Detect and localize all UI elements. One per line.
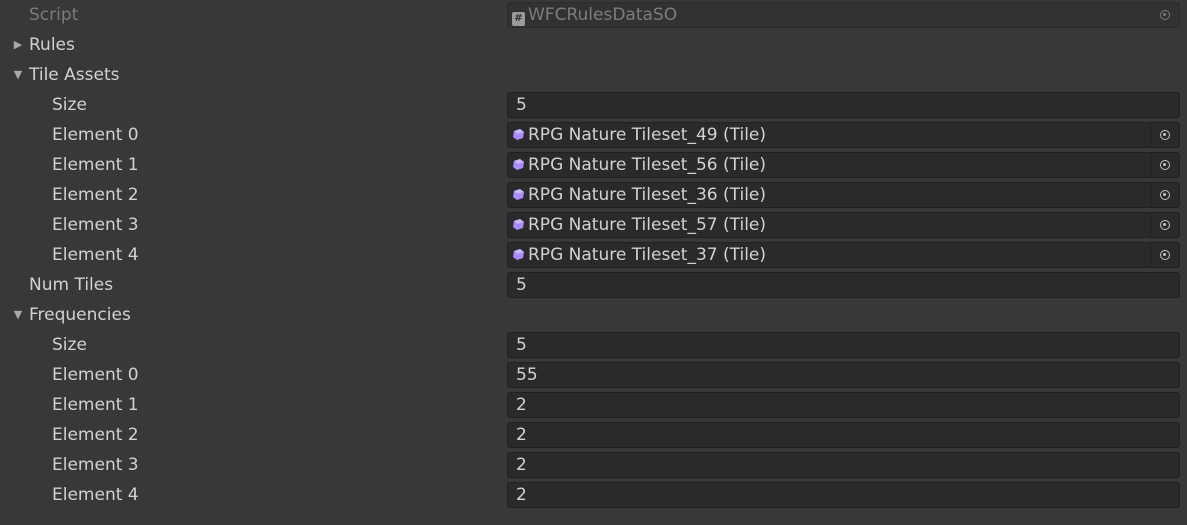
tile-assets-size-row: Size 5 [0,90,1187,120]
object-picker-icon[interactable] [1150,243,1179,267]
tile-asset-element-label: Element 2 [52,185,139,205]
tile-asset-element-label: Element 3 [52,215,139,235]
tile-assets-size-label: Size [52,95,87,115]
frequency-element-label: Element 4 [52,485,139,505]
tile-asset-value: RPG Nature Tileset_57 (Tile) [528,215,767,235]
script-value: WFCRulesDataSO [528,5,678,25]
foldout-expanded-icon[interactable]: ▼ [11,300,25,330]
frequency-row: Element 1 2 [0,390,1187,420]
object-picker-icon[interactable] [1150,213,1179,237]
frequency-field[interactable]: 2 [507,422,1180,448]
tile-asset-icon [513,159,524,170]
rules-foldout[interactable]: ▶ Rules [0,30,1187,60]
tile-assets-foldout[interactable]: ▼ Tile Assets [0,60,1187,90]
tile-asset-row: Element 1 RPG Nature Tileset_56 (Tile) [0,150,1187,180]
object-picker-icon[interactable] [1150,183,1179,207]
tile-asset-icon [513,249,524,260]
frequency-row: Element 3 2 [0,450,1187,480]
frequency-field[interactable]: 2 [507,482,1180,508]
tile-asset-row: Element 3 RPG Nature Tileset_57 (Tile) [0,210,1187,240]
tile-assets-label[interactable]: Tile Assets [29,60,120,90]
script-row: Script # WFCRulesDataSO [0,0,1187,30]
frequencies-foldout[interactable]: ▼ Frequencies [0,300,1187,330]
frequency-element-label: Element 3 [52,455,139,475]
tile-asset-value: RPG Nature Tileset_49 (Tile) [528,125,767,145]
script-icon: # [512,12,525,26]
frequency-element-label: Element 2 [52,425,139,445]
tile-asset-icon [513,129,524,140]
script-field: # WFCRulesDataSO [507,2,1180,28]
frequency-row: Element 2 2 [0,420,1187,450]
tile-asset-element-label: Element 4 [52,245,139,265]
frequency-row: Element 4 2 [0,480,1187,510]
num-tiles-label: Num Tiles [29,275,114,295]
tile-asset-value: RPG Nature Tileset_56 (Tile) [528,155,767,175]
foldout-collapsed-icon[interactable]: ▶ [11,30,25,60]
frequencies-label[interactable]: Frequencies [29,300,131,330]
tile-asset-row: Element 0 RPG Nature Tileset_49 (Tile) [0,120,1187,150]
tile-asset-field[interactable]: RPG Nature Tileset_37 (Tile) [507,242,1180,268]
num-tiles-field[interactable]: 5 [507,272,1180,298]
num-tiles-row: Num Tiles 5 [0,270,1187,300]
tile-assets-size-field[interactable]: 5 [507,92,1180,118]
tile-asset-value: RPG Nature Tileset_37 (Tile) [528,245,767,265]
frequency-element-label: Element 1 [52,395,139,415]
frequency-field[interactable]: 2 [507,392,1180,418]
frequencies-size-row: Size 5 [0,330,1187,360]
tile-asset-field[interactable]: RPG Nature Tileset_49 (Tile) [507,122,1180,148]
tile-asset-element-label: Element 0 [52,125,139,145]
frequency-element-label: Element 0 [52,365,139,385]
frequency-field[interactable]: 2 [507,452,1180,478]
tile-asset-value: RPG Nature Tileset_36 (Tile) [528,185,767,205]
rules-label[interactable]: Rules [29,30,75,60]
frequencies-size-label: Size [52,335,87,355]
frequency-field[interactable]: 55 [507,362,1180,388]
object-picker-icon[interactable] [1150,123,1179,147]
tile-asset-element-label: Element 1 [52,155,139,175]
script-label: Script [29,5,79,25]
object-picker-icon[interactable] [1150,153,1179,177]
inspector-panel: Script # WFCRulesDataSO ▶ Rules ▼ Tile As… [0,0,1187,525]
tile-asset-icon [513,219,524,230]
tile-asset-field[interactable]: RPG Nature Tileset_57 (Tile) [507,212,1180,238]
frequency-row: Element 0 55 [0,360,1187,390]
tile-asset-icon [513,189,524,200]
tile-asset-row: Element 2 RPG Nature Tileset_36 (Tile) [0,180,1187,210]
tile-asset-field[interactable]: RPG Nature Tileset_56 (Tile) [507,152,1180,178]
tile-asset-row: Element 4 RPG Nature Tileset_37 (Tile) [0,240,1187,270]
frequencies-size-field[interactable]: 5 [507,332,1180,358]
object-picker-icon [1151,3,1179,27]
tile-asset-field[interactable]: RPG Nature Tileset_36 (Tile) [507,182,1180,208]
foldout-expanded-icon[interactable]: ▼ [11,60,25,90]
